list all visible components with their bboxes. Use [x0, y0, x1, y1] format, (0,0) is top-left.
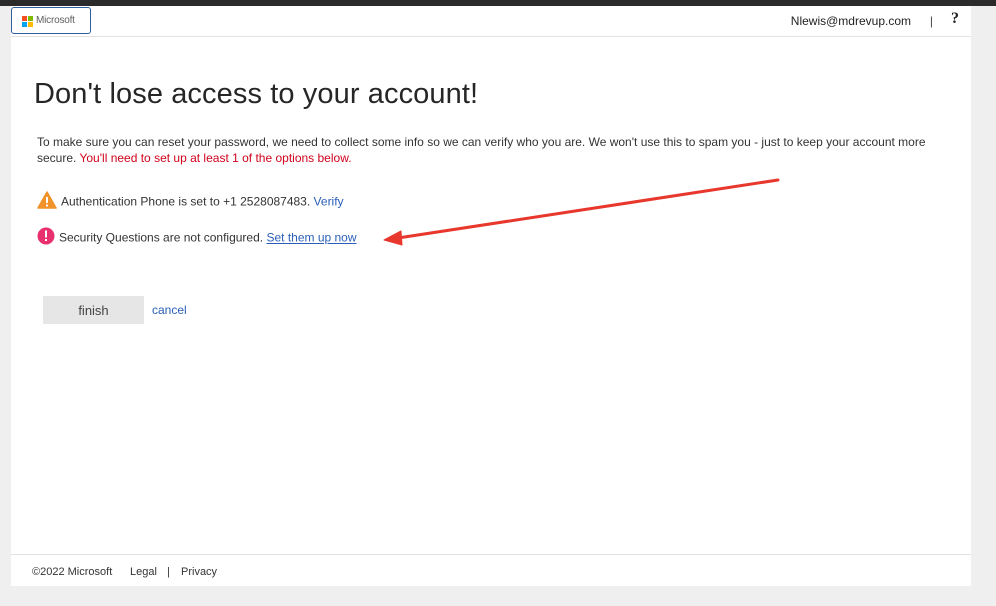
error-exclamation-icon — [37, 227, 55, 248]
logo-text: Microsoft — [36, 15, 75, 26]
set-them-up-link[interactable]: Set them up now — [266, 231, 356, 245]
footer-privacy-link[interactable]: Privacy — [181, 566, 217, 578]
microsoft-squares-icon — [22, 16, 33, 27]
security-questions-row: Security Questions are not configured. S… — [37, 227, 357, 248]
auth-phone-text: Authentication Phone is set to +1 252808… — [61, 194, 311, 209]
intro-warning: You'll need to set up at least 1 of the … — [79, 151, 352, 165]
user-email: Nlewis@mdrevup.com — [790, 14, 911, 28]
cancel-link[interactable]: cancel — [152, 303, 187, 317]
page-container: Microsoft Nlewis@mdrevup.com | ? Don't l… — [11, 6, 971, 586]
microsoft-logo[interactable]: Microsoft — [11, 7, 91, 34]
page-title: Don't lose access to your account! — [34, 78, 479, 110]
auth-phone-row: Authentication Phone is set to +1 252808… — [37, 191, 344, 212]
header-separator: | — [929, 14, 933, 28]
finish-button[interactable]: finish — [43, 296, 144, 324]
security-questions-text: Security Questions are not configured. — [59, 230, 264, 245]
footer-legal-link[interactable]: Legal — [130, 566, 157, 578]
intro-paragraph: To make sure you can reset your password… — [37, 134, 957, 166]
header-bar: Microsoft Nlewis@mdrevup.com | ? — [11, 6, 971, 37]
footer: ©2022 Microsoft Legal | Privacy — [11, 554, 971, 587]
footer-separator: | — [167, 566, 170, 578]
warning-triangle-icon — [37, 191, 57, 212]
help-button[interactable]: ? — [951, 10, 959, 28]
verify-link[interactable]: Verify — [314, 195, 344, 209]
footer-copyright: ©2022 Microsoft — [32, 566, 113, 578]
